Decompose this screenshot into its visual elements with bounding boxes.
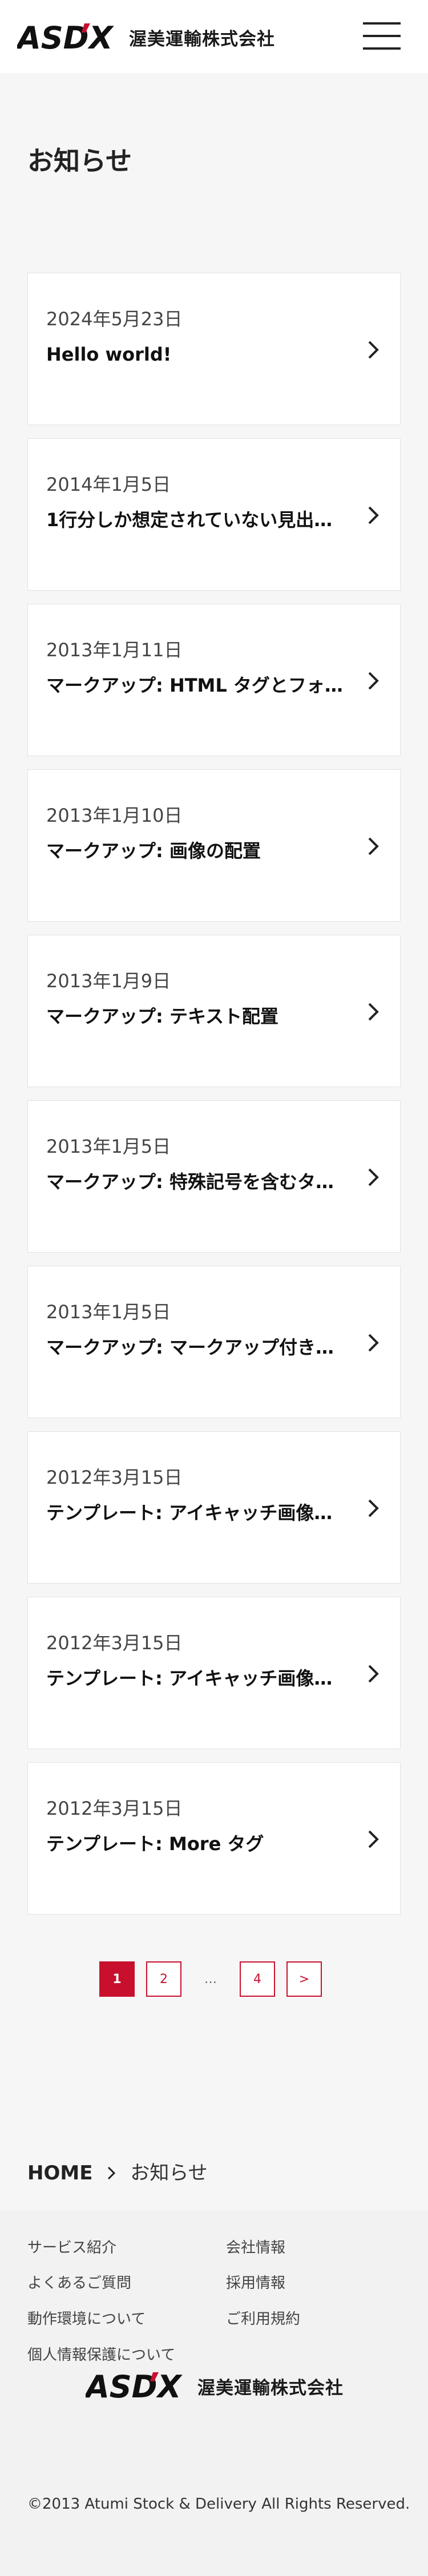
chevron-right-icon xyxy=(368,1499,379,1517)
chevron-right-icon xyxy=(368,1665,379,1683)
asdx-logo-icon: ASD X xyxy=(86,2369,183,2404)
post-title: テンプレート: More タグ xyxy=(46,1833,264,1855)
footer-logo[interactable]: ASD X 渥美運輸株式会社 xyxy=(86,2368,344,2404)
breadcrumb: HOME お知らせ xyxy=(27,2161,208,2186)
post-date: 2013年1月5日 xyxy=(46,1136,171,1157)
post-card[interactable]: 2012年3月15日 テンプレート: More タグ xyxy=(27,1762,401,1915)
footer-link-services[interactable]: サービス紹介 xyxy=(27,2238,116,2258)
company-name: 渥美運輸株式会社 xyxy=(129,29,275,50)
post-card[interactable]: 2024年5月23日 Hello world! xyxy=(27,273,401,425)
page-title: お知らせ xyxy=(27,146,132,176)
post-date: 2012年3月15日 xyxy=(46,1632,183,1654)
footer-link-company[interactable]: 会社情報 xyxy=(226,2238,285,2258)
footer-link-environment[interactable]: 動作環境について xyxy=(27,2309,146,2329)
pagination-ellipsis: … xyxy=(204,1972,217,1986)
footer-link-privacy[interactable]: 個人情報保護について xyxy=(27,2345,175,2365)
site-footer: サービス紹介 よくあるご質問 動作環境について 個人情報保護について 会社情報 … xyxy=(0,2211,428,2576)
post-card[interactable]: 2013年1月10日 マークアップ: 画像の配置 xyxy=(27,769,401,922)
chevron-right-icon xyxy=(368,341,379,359)
next-page-button[interactable]: > xyxy=(286,1961,322,1997)
post-card[interactable]: 2013年1月9日 マークアップ: テキスト配置 xyxy=(27,935,401,1087)
chevron-right-icon xyxy=(108,2166,116,2180)
post-title: マークアップ: テキスト配置 xyxy=(46,1006,278,1027)
breadcrumb-home-link[interactable]: HOME xyxy=(27,2161,92,2186)
svg-text:X: X xyxy=(156,2369,183,2404)
post-title: マークアップ: 特殊記号を含むタ… xyxy=(46,1171,334,1193)
post-date: 2012年3月15日 xyxy=(46,1798,183,1819)
breadcrumb-current: お知らせ xyxy=(130,2162,208,2185)
footer-link-recruit[interactable]: 採用情報 xyxy=(226,2274,285,2293)
page-2-button[interactable]: 2 xyxy=(146,1961,181,1997)
post-list: 2024年5月23日 Hello world! 2014年1月5日 1行分しか想… xyxy=(27,273,401,1928)
chevron-right-icon xyxy=(368,837,379,855)
pagination: 1 2 … 4 > xyxy=(99,1961,322,1997)
chevron-right-icon xyxy=(368,672,379,690)
post-title: マークアップ: HTML タグとフォ… xyxy=(46,675,343,696)
post-card[interactable]: 2013年1月5日 マークアップ: 特殊記号を含むタ… xyxy=(27,1100,401,1253)
hamburger-menu-icon[interactable] xyxy=(363,21,401,51)
post-title: テンプレート: アイキャッチ画像… xyxy=(46,1502,333,1524)
post-title: テンプレート: アイキャッチ画像… xyxy=(46,1667,333,1689)
footer-company-name: 渥美運輸株式会社 xyxy=(197,2377,344,2399)
post-date: 2013年1月11日 xyxy=(46,639,183,661)
chevron-right-icon xyxy=(368,1334,379,1352)
site-logo[interactable]: ASD X 渥美運輸株式会社 xyxy=(17,17,275,57)
post-title: 1行分しか想定されていない見出… xyxy=(46,509,333,531)
copyright: ©2013 Atumi Stock & Delivery All Rights … xyxy=(27,2496,410,2513)
chevron-right-icon xyxy=(368,1168,379,1186)
post-date: 2014年1月5日 xyxy=(46,474,171,495)
svg-text:X: X xyxy=(87,20,114,55)
post-card[interactable]: 2013年1月11日 マークアップ: HTML タグとフォ… xyxy=(27,604,401,756)
asdx-logo-icon: ASD X xyxy=(17,20,114,55)
chevron-right-icon xyxy=(368,1003,379,1021)
post-card[interactable]: 2012年3月15日 テンプレート: アイキャッチ画像… xyxy=(27,1431,401,1584)
page-4-button[interactable]: 4 xyxy=(240,1961,275,1997)
post-date: 2013年1月9日 xyxy=(46,970,171,992)
post-card[interactable]: 2013年1月5日 マークアップ: マークアップ付き… xyxy=(27,1266,401,1418)
svg-text:ASD: ASD xyxy=(17,20,89,55)
footer-link-faq[interactable]: よくあるご質問 xyxy=(27,2274,131,2293)
post-card[interactable]: 2012年3月15日 テンプレート: アイキャッチ画像… xyxy=(27,1597,401,1749)
svg-text:ASD: ASD xyxy=(86,2369,158,2404)
chevron-right-icon xyxy=(368,506,379,524)
post-date: 2012年3月15日 xyxy=(46,1467,183,1488)
site-header: ASD X 渥美運輸株式会社 xyxy=(0,0,428,73)
post-card[interactable]: 2014年1月5日 1行分しか想定されていない見出… xyxy=(27,438,401,591)
footer-link-terms[interactable]: ご利用規約 xyxy=(226,2309,300,2329)
post-title: マークアップ: マークアップ付き… xyxy=(46,1337,334,1358)
chevron-right-icon xyxy=(368,1830,379,1848)
post-date: 2024年5月23日 xyxy=(46,308,183,330)
post-title: マークアップ: 画像の配置 xyxy=(46,840,261,862)
post-date: 2013年1月5日 xyxy=(46,1301,171,1323)
post-date: 2013年1月10日 xyxy=(46,805,183,826)
post-title: Hello world! xyxy=(46,344,172,365)
page-1-button[interactable]: 1 xyxy=(99,1961,135,1997)
